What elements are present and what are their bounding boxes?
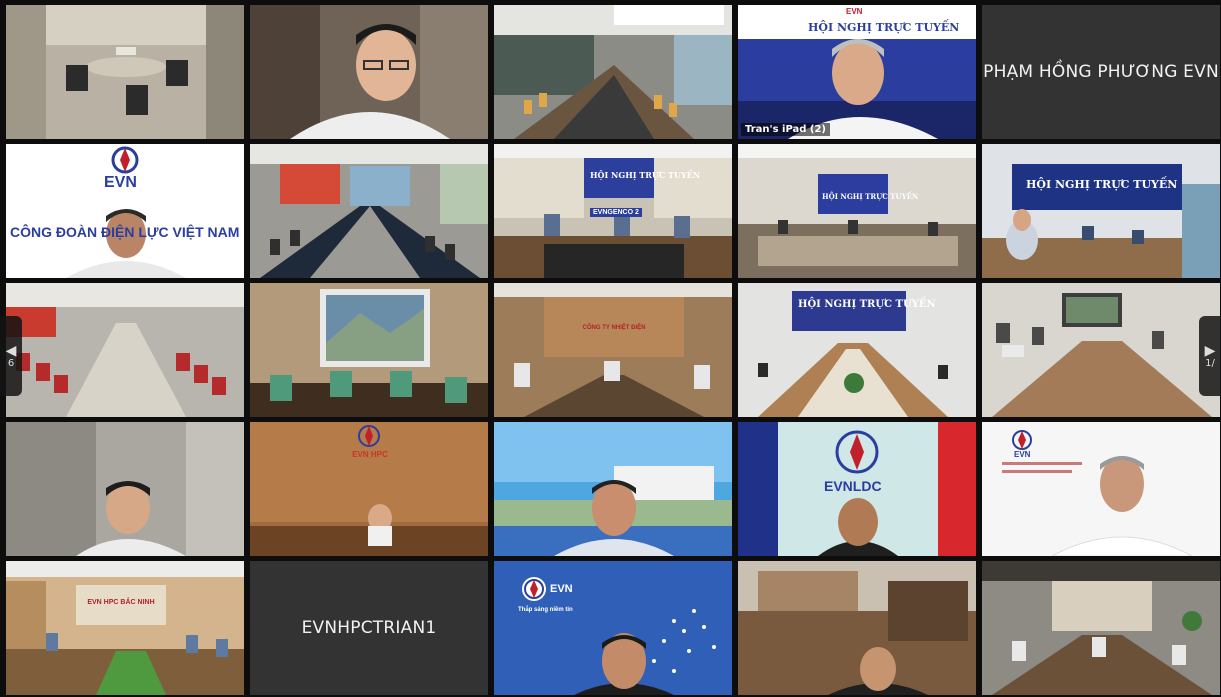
conference-banner: HỘI NGHỊ TRỰC TUYẾN xyxy=(590,170,701,180)
company-sign: EVN HPC xyxy=(352,450,388,459)
participant-tile[interactable] xyxy=(982,283,1220,417)
participant-tile[interactable]: EVN xyxy=(982,422,1220,556)
company-sign: EVNLDC xyxy=(824,478,882,494)
participant-tile[interactable]: HỘI NGHỊ TRỰC TUYẾN EVNGENCO 2 xyxy=(494,144,732,278)
participant-tile[interactable]: EVNLDC xyxy=(738,422,976,556)
video-feed xyxy=(494,5,732,139)
company-sign: EVN HPC BẮC NINH xyxy=(87,599,155,606)
participant-tile[interactable] xyxy=(982,561,1220,695)
video-feed xyxy=(6,144,244,278)
chevron-right-icon: ▶ xyxy=(1204,342,1216,359)
video-feed xyxy=(494,561,732,695)
union-banner: CÔNG ĐOÀN ĐIỆN LỰC VIỆT NAM xyxy=(10,224,240,240)
next-page-button[interactable]: ▶ 1/ xyxy=(1199,316,1221,396)
conference-banner: HỘI NGHỊ TRỰC TUYẾN xyxy=(798,299,936,310)
video-feed xyxy=(738,561,976,695)
participant-tile-active-speaker[interactable]: EVN HỘI NGHỊ TRỰC TUYẾN Tran's iPad (2) xyxy=(738,5,976,139)
participant-tile[interactable] xyxy=(494,422,732,556)
video-feed xyxy=(250,144,488,278)
participant-name: EVNHPCTRIAN1 xyxy=(301,618,437,638)
participant-tile[interactable] xyxy=(250,283,488,417)
participant-tile[interactable]: HỘI NGHỊ TRỰC TUYẾN xyxy=(982,144,1220,278)
participant-tile[interactable] xyxy=(6,422,244,556)
video-feed xyxy=(6,5,244,139)
participant-name-label: Tran's iPad (2) xyxy=(741,123,830,136)
participant-tile-no-video[interactable]: EVNHPCTRIAN1 xyxy=(250,561,488,695)
participant-tile[interactable] xyxy=(250,144,488,278)
conference-banner: HỘI NGHỊ TRỰC TUYẾN xyxy=(822,192,919,201)
participant-tile[interactable]: CÔNG TY NHIỆT ĐIỆN xyxy=(494,283,732,417)
participant-name: PHẠM HỒNG PHƯƠNG EVN xyxy=(983,62,1219,82)
page-indicator: 1/ xyxy=(1205,357,1215,369)
participant-tile[interactable]: EVN HPC xyxy=(250,422,488,556)
evn-logo: EVN xyxy=(1014,450,1031,459)
video-feed xyxy=(250,5,488,139)
participant-tile[interactable] xyxy=(6,283,244,417)
participant-tile[interactable] xyxy=(250,5,488,139)
video-feed xyxy=(250,422,488,556)
previous-page-button[interactable]: ◀ 6 xyxy=(0,316,22,396)
video-feed xyxy=(6,422,244,556)
chevron-left-icon: ◀ xyxy=(5,342,17,359)
video-feed xyxy=(250,283,488,417)
conference-banner: HỘI NGHỊ TRỰC TUYẾN xyxy=(1026,178,1178,191)
conference-banner: HỘI NGHỊ TRỰC TUYẾN xyxy=(808,21,960,34)
participant-tile-no-video[interactable]: PHẠM HỒNG PHƯƠNG EVN xyxy=(982,5,1220,139)
video-feed xyxy=(982,283,1220,417)
participant-tile[interactable]: HỘI NGHỊ TRỰC TUYẾN xyxy=(738,144,976,278)
previous-page-number: 6 xyxy=(7,357,15,369)
evn-logo: EVN xyxy=(846,7,863,16)
participant-tile[interactable] xyxy=(6,5,244,139)
participant-tile[interactable]: EVN HPC BẮC NINH xyxy=(6,561,244,695)
company-sign: EVNGENCO 2 xyxy=(590,208,642,217)
participant-tile[interactable] xyxy=(738,561,976,695)
participant-gallery: EVN HỘI NGHỊ TRỰC TUYẾN Tran's iPad (2) … xyxy=(6,5,1221,697)
video-feed xyxy=(494,422,732,556)
evn-logo: EVN xyxy=(550,583,573,595)
video-feed xyxy=(6,561,244,695)
video-feed xyxy=(982,144,1220,278)
participant-tile[interactable]: HỘI NGHỊ TRỰC TUYẾN xyxy=(738,283,976,417)
video-feed xyxy=(6,283,244,417)
slogan: Thắp sáng niềm tin xyxy=(518,607,573,613)
evn-logo: EVN xyxy=(104,174,137,191)
video-feed xyxy=(982,561,1220,695)
video-feed xyxy=(494,283,732,417)
video-feed xyxy=(738,144,976,278)
participant-tile[interactable] xyxy=(494,5,732,139)
participant-tile[interactable]: EVN Thắp sáng niềm tin xyxy=(494,561,732,695)
participant-tile[interactable]: EVN CÔNG ĐOÀN ĐIỆN LỰC VIỆT NAM xyxy=(6,144,244,278)
company-sign: CÔNG TY NHIỆT ĐIỆN xyxy=(582,325,646,331)
video-feed xyxy=(982,422,1220,556)
